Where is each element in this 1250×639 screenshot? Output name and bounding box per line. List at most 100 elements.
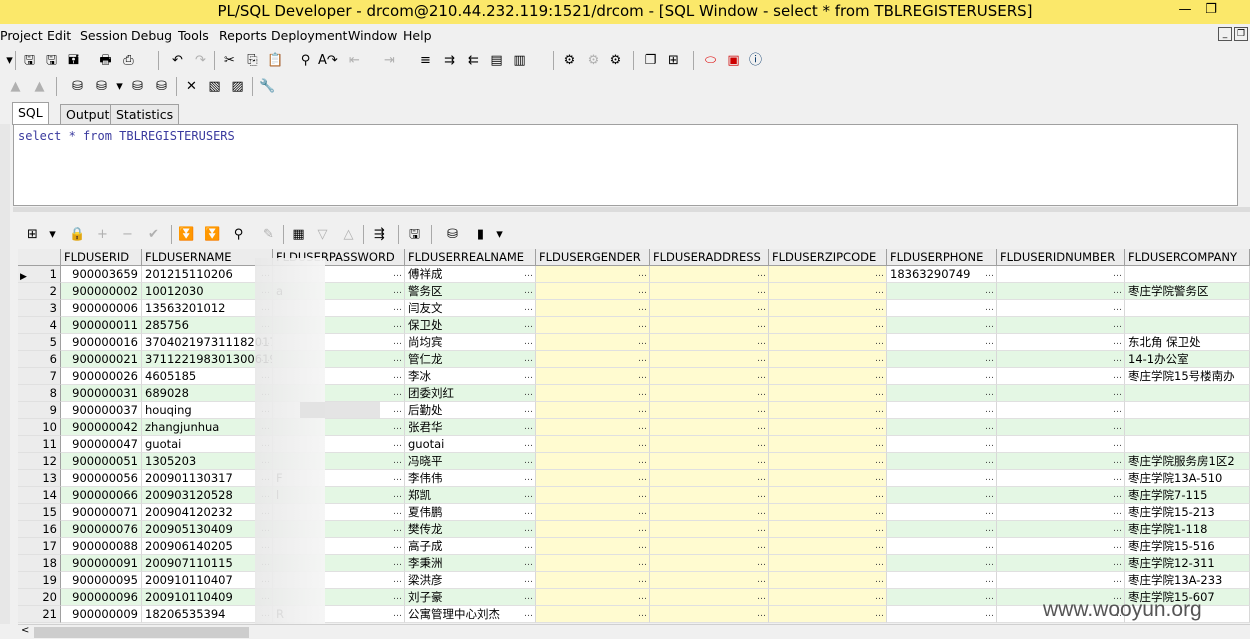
cell-phone[interactable]: …	[887, 385, 997, 402]
cell-address[interactable]: …	[650, 470, 769, 487]
cell-editor-button[interactable]: …	[757, 334, 766, 350]
cell-address[interactable]: …	[650, 504, 769, 521]
cell-address[interactable]: …	[650, 453, 769, 470]
table-row[interactable]: 11900000047guotai……guotai………………	[18, 436, 1250, 453]
replace-icon[interactable]: A↷	[318, 51, 338, 70]
table-row[interactable]: 15 900000071 200904120232… … 夏伟鹏 … … … … … … 枣庄学院15…	[18, 504, 1250, 521]
window-list-icon[interactable]: ❐	[641, 51, 660, 70]
cell-address[interactable]: …	[650, 538, 769, 555]
cell-realname[interactable]: 李伟伟…	[405, 470, 536, 487]
cell-phone[interactable]: …	[887, 555, 997, 572]
cell-username[interactable]: 200910110409…	[142, 589, 273, 606]
commit-icon[interactable]: ⛁	[128, 77, 147, 96]
cell-editor-button[interactable]: …	[524, 402, 533, 418]
cell-phone[interactable]: …	[887, 402, 997, 419]
minimize-button[interactable]: —	[1172, 2, 1198, 20]
cell-gender[interactable]: …	[536, 368, 650, 385]
cell-username[interactable]: 200905130409…	[142, 521, 273, 538]
table-row[interactable]: 4900000011285756……保卫处………………	[18, 317, 1250, 334]
table-row[interactable]: 6 900000021 371122198301300619… … 管仁龙 … … … … … … 1…	[18, 351, 1250, 368]
cell-editor-button[interactable]: …	[638, 470, 647, 486]
table-row[interactable]: 290000000210012030…a…警务区………………枣庄学院警务区	[18, 283, 1250, 300]
cell-zipcode[interactable]: …	[769, 436, 887, 453]
column-header-fldusercompany[interactable]: FLDUSERCOMPANY	[1125, 249, 1250, 266]
save-all-icon[interactable]: 🖫	[42, 51, 61, 70]
cell-phone[interactable]: …	[887, 351, 997, 368]
cut-icon[interactable]: ✂	[220, 51, 239, 70]
cell-address[interactable]: …	[650, 334, 769, 351]
cell-realname[interactable]: 樊传龙…	[405, 521, 536, 538]
cell-address[interactable]: …	[650, 368, 769, 385]
query-by-example-icon[interactable]: ⚲	[229, 225, 248, 244]
table-row[interactable]: 7 900000026 4605185… … 李冰 … … … … … … 枣庄学院15号楼南办	[18, 368, 1250, 385]
cell-address[interactable]: …	[650, 385, 769, 402]
cell-editor-button[interactable]: …	[524, 334, 533, 350]
cell-gender[interactable]: …	[536, 589, 650, 606]
cell-idnumber[interactable]: …	[997, 453, 1125, 470]
cell-gender[interactable]: …	[536, 385, 650, 402]
cell-gender[interactable]: …	[536, 419, 650, 436]
menu-reports[interactable]: Reports	[219, 28, 267, 43]
cell-editor-button[interactable]: …	[1113, 266, 1122, 282]
cell-editor-button[interactable]: …	[393, 606, 402, 622]
cell-zipcode[interactable]: …	[769, 283, 887, 300]
cell-editor-button[interactable]: …	[985, 538, 994, 554]
cell-editor-button[interactable]: …	[393, 317, 402, 333]
cell-zipcode[interactable]: …	[769, 538, 887, 555]
cell-userid[interactable]: 900000002	[61, 283, 142, 300]
cell-editor-button[interactable]: …	[875, 606, 884, 622]
cell-editor-button[interactable]: …	[875, 436, 884, 452]
fetch-next-icon[interactable]: ⏬	[177, 225, 196, 244]
cell-address[interactable]: …	[650, 555, 769, 572]
cell-username[interactable]: guotai…	[142, 436, 273, 453]
cell-realname[interactable]: 警务区…	[405, 283, 536, 300]
cell-zipcode[interactable]: …	[769, 385, 887, 402]
cell-editor-button[interactable]: …	[393, 300, 402, 316]
menu-tools[interactable]: Tools	[178, 28, 209, 43]
cell-zipcode[interactable]: …	[769, 334, 887, 351]
tab-statistics[interactable]: Statistics	[110, 104, 180, 124]
cell-editor-button[interactable]: …	[757, 504, 766, 520]
cell-zipcode[interactable]: …	[769, 317, 887, 334]
cell-idnumber[interactable]: …	[997, 317, 1125, 334]
cell-editor-button[interactable]: …	[875, 402, 884, 418]
table-row[interactable]: 12 900000051 1305203… … 冯晓平 … … … … … … 枣庄学院服务房1区2	[18, 453, 1250, 470]
uppercase-icon[interactable]: ▤	[487, 51, 506, 70]
cell-realname[interactable]: 傅祥成…	[405, 266, 536, 283]
undo-icon[interactable]: ↶	[168, 51, 187, 70]
cell-phone[interactable]: …	[887, 572, 997, 589]
cell-editor-button[interactable]: …	[524, 538, 533, 554]
cell-editor-button[interactable]: …	[524, 300, 533, 316]
table-row[interactable]: 19 900000095 200910110407… … 梁洪彦 … … … … … … 枣庄学院13…	[18, 572, 1250, 589]
cell-editor-button[interactable]: …	[985, 470, 994, 486]
cell-gender[interactable]: …	[536, 283, 650, 300]
cell-userid[interactable]: 900000066	[61, 487, 142, 504]
cell-realname[interactable]: 高子成…	[405, 538, 536, 555]
cell-company[interactable]	[1125, 436, 1250, 453]
cell-company[interactable]	[1125, 317, 1250, 334]
cell-editor-button[interactable]: …	[757, 266, 766, 282]
cell-editor-button[interactable]: …	[1113, 419, 1122, 435]
cell-username[interactable]: 13563201012…	[142, 300, 273, 317]
cell-username[interactable]: 200904120232…	[142, 504, 273, 521]
save-icon[interactable]: 🖫	[20, 51, 39, 70]
cell-editor-button[interactable]: …	[875, 368, 884, 384]
cell-editor-button[interactable]: …	[875, 470, 884, 486]
unindent-icon[interactable]: ⇇	[464, 51, 483, 70]
cell-editor-button[interactable]: …	[524, 606, 533, 622]
lowercase-icon[interactable]: ▥	[510, 51, 529, 70]
cell-editor-button[interactable]: …	[757, 351, 766, 367]
cell-zipcode[interactable]: …	[769, 470, 887, 487]
cell-company[interactable]: 枣庄学院13A-510	[1125, 470, 1250, 487]
cell-address[interactable]: …	[650, 266, 769, 283]
cell-editor-button[interactable]: …	[757, 538, 766, 554]
cell-gender[interactable]: …	[536, 487, 650, 504]
cell-editor-button[interactable]: …	[985, 504, 994, 520]
cell-userid[interactable]: 900000009	[61, 606, 142, 623]
cell-company[interactable]: 枣庄学院15号楼南办	[1125, 368, 1250, 385]
cell-editor-button[interactable]: …	[985, 487, 994, 503]
preferences-icon[interactable]: 🔧	[258, 77, 277, 96]
cell-zipcode[interactable]: …	[769, 351, 887, 368]
cell-editor-button[interactable]: …	[875, 504, 884, 520]
menu-edit[interactable]: Edit	[47, 28, 71, 43]
